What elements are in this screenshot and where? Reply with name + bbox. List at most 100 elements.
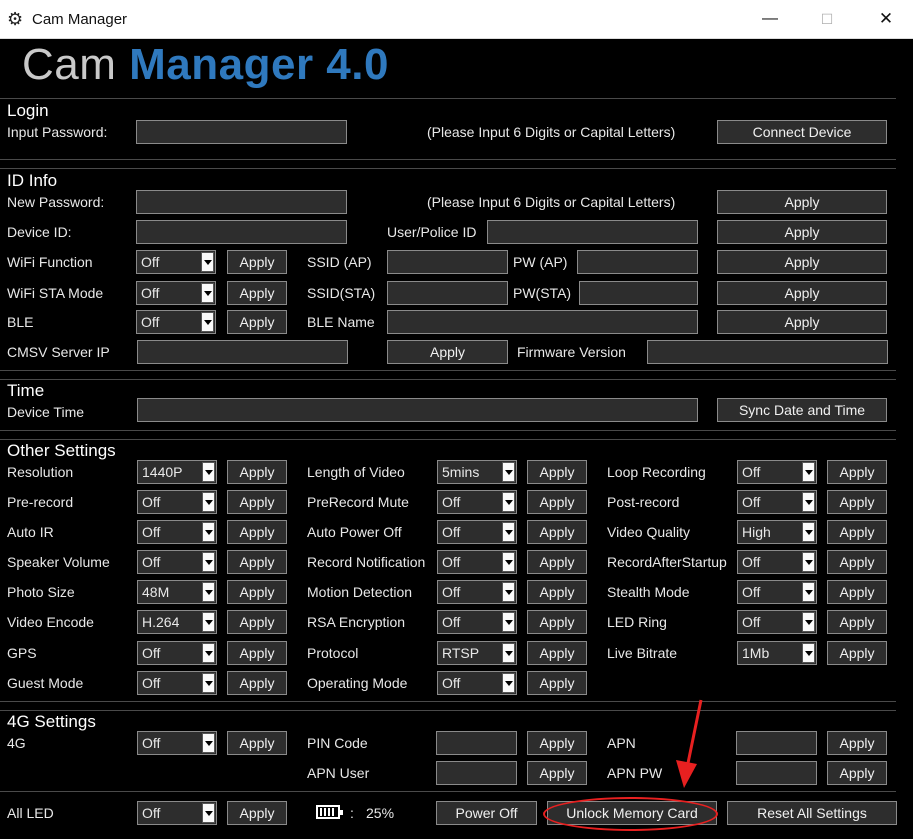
pw-sta-field[interactable] [579,281,698,305]
chevron-down-icon[interactable] [202,552,215,572]
guest-mode-select[interactable]: Off [137,671,217,695]
record-after-startup-apply-button[interactable]: Apply [827,550,887,574]
ble-name-field[interactable] [387,310,698,334]
pre-record-select[interactable]: Off [137,490,217,514]
chevron-down-icon[interactable] [802,582,815,602]
resolution-apply-button[interactable]: Apply [227,460,287,484]
record-notification-select[interactable]: Off [437,550,517,574]
apn-user-field[interactable] [436,761,517,785]
operating-mode-apply-button[interactable]: Apply [527,671,587,695]
ssid-sta-field[interactable] [387,281,508,305]
wifi-sta-apply-button[interactable]: Apply [227,281,287,305]
resolution-select[interactable]: 1440P [137,460,217,484]
live-bitrate-select[interactable]: 1Mb [737,641,817,665]
chevron-down-icon[interactable] [802,492,815,512]
apn-field[interactable] [736,731,817,755]
auto-power-off-select[interactable]: Off [437,520,517,544]
apn-pw-field[interactable] [736,761,817,785]
cmsv-apply-button[interactable]: Apply [387,340,508,364]
video-encode-select[interactable]: H.264 [137,610,217,634]
chevron-down-icon[interactable] [802,552,815,572]
pw-ap-field[interactable] [577,250,698,274]
wifi-function-select[interactable]: Off [136,250,216,274]
chevron-down-icon[interactable] [502,492,515,512]
chevron-down-icon[interactable] [502,673,515,693]
chevron-down-icon[interactable] [802,522,815,542]
close-button[interactable]: ✕ [856,0,913,38]
chevron-down-icon[interactable] [202,803,215,823]
post-record-apply-button[interactable]: Apply [827,490,887,514]
cmsv-server-ip-field[interactable] [137,340,348,364]
video-encode-apply-button[interactable]: Apply [227,610,287,634]
device-id-apply-button[interactable]: Apply [717,220,887,244]
prerecord-mute-apply-button[interactable]: Apply [527,490,587,514]
new-password-field[interactable] [136,190,347,214]
prerecord-mute-select[interactable]: Off [437,490,517,514]
minimize-button[interactable]: — [740,0,800,38]
protocol-apply-button[interactable]: Apply [527,641,587,665]
chevron-down-icon[interactable] [502,462,515,482]
photo-size-select[interactable]: 48M [137,580,217,604]
gps-select[interactable]: Off [137,641,217,665]
speaker-volume-select[interactable]: Off [137,550,217,574]
device-id-field[interactable] [136,220,347,244]
chevron-down-icon[interactable] [502,552,515,572]
record-after-startup-select[interactable]: Off [737,550,817,574]
chevron-down-icon[interactable] [202,492,215,512]
loop-recording-apply-button[interactable]: Apply [827,460,887,484]
maximize-button[interactable]: ☐ [797,0,857,38]
all-led-select[interactable]: Off [137,801,217,825]
ble-name-apply-button[interactable]: Apply [717,310,887,334]
motion-detection-apply-button[interactable]: Apply [527,580,587,604]
chevron-down-icon[interactable] [202,733,215,753]
chevron-down-icon[interactable] [202,582,215,602]
length-of-video-apply-button[interactable]: Apply [527,460,587,484]
connect-device-button[interactable]: Connect Device [717,120,887,144]
video-quality-apply-button[interactable]: Apply [827,520,887,544]
rsa-encryption-select[interactable]: Off [437,610,517,634]
sync-date-time-button[interactable]: Sync Date and Time [717,398,887,422]
post-record-select[interactable]: Off [737,490,817,514]
wifi-ap-apply-button[interactable]: Apply [717,250,887,274]
ble-select[interactable]: Off [136,310,216,334]
chevron-down-icon[interactable] [802,643,815,663]
gps-apply-button[interactable]: Apply [227,641,287,665]
stealth-mode-apply-button[interactable]: Apply [827,580,887,604]
wifi-sta-credentials-apply-button[interactable]: Apply [717,281,887,305]
new-password-apply-button[interactable]: Apply [717,190,887,214]
chevron-down-icon[interactable] [502,643,515,663]
rsa-encryption-apply-button[interactable]: Apply [527,610,587,634]
live-bitrate-apply-button[interactable]: Apply [827,641,887,665]
chevron-down-icon[interactable] [202,522,215,542]
chevron-down-icon[interactable] [802,612,815,632]
photo-size-apply-button[interactable]: Apply [227,580,287,604]
power-off-button[interactable]: Power Off [436,801,537,825]
ssid-ap-field[interactable] [387,250,508,274]
chevron-down-icon[interactable] [502,612,515,632]
input-password-field[interactable] [136,120,347,144]
chevron-down-icon[interactable] [202,612,215,632]
g4-apply-button[interactable]: Apply [227,731,287,755]
apn-pw-apply-button[interactable]: Apply [827,761,887,785]
led-ring-select[interactable]: Off [737,610,817,634]
reset-all-settings-button[interactable]: Reset All Settings [727,801,897,825]
motion-detection-select[interactable]: Off [437,580,517,604]
pre-record-apply-button[interactable]: Apply [227,490,287,514]
chevron-down-icon[interactable] [802,462,815,482]
chevron-down-icon[interactable] [201,252,214,272]
auto-ir-select[interactable]: Off [137,520,217,544]
chevron-down-icon[interactable] [201,312,214,332]
chevron-down-icon[interactable] [502,582,515,602]
pin-code-apply-button[interactable]: Apply [527,731,587,755]
protocol-select[interactable]: RTSP [437,641,517,665]
record-notification-apply-button[interactable]: Apply [527,550,587,574]
stealth-mode-select[interactable]: Off [737,580,817,604]
led-ring-apply-button[interactable]: Apply [827,610,887,634]
speaker-volume-apply-button[interactable]: Apply [227,550,287,574]
operating-mode-select[interactable]: Off [437,671,517,695]
video-quality-select[interactable]: High [737,520,817,544]
length-of-video-select[interactable]: 5mins [437,460,517,484]
ble-apply-button[interactable]: Apply [227,310,287,334]
wifi-function-apply-button[interactable]: Apply [227,250,287,274]
user-police-id-field[interactable] [487,220,698,244]
